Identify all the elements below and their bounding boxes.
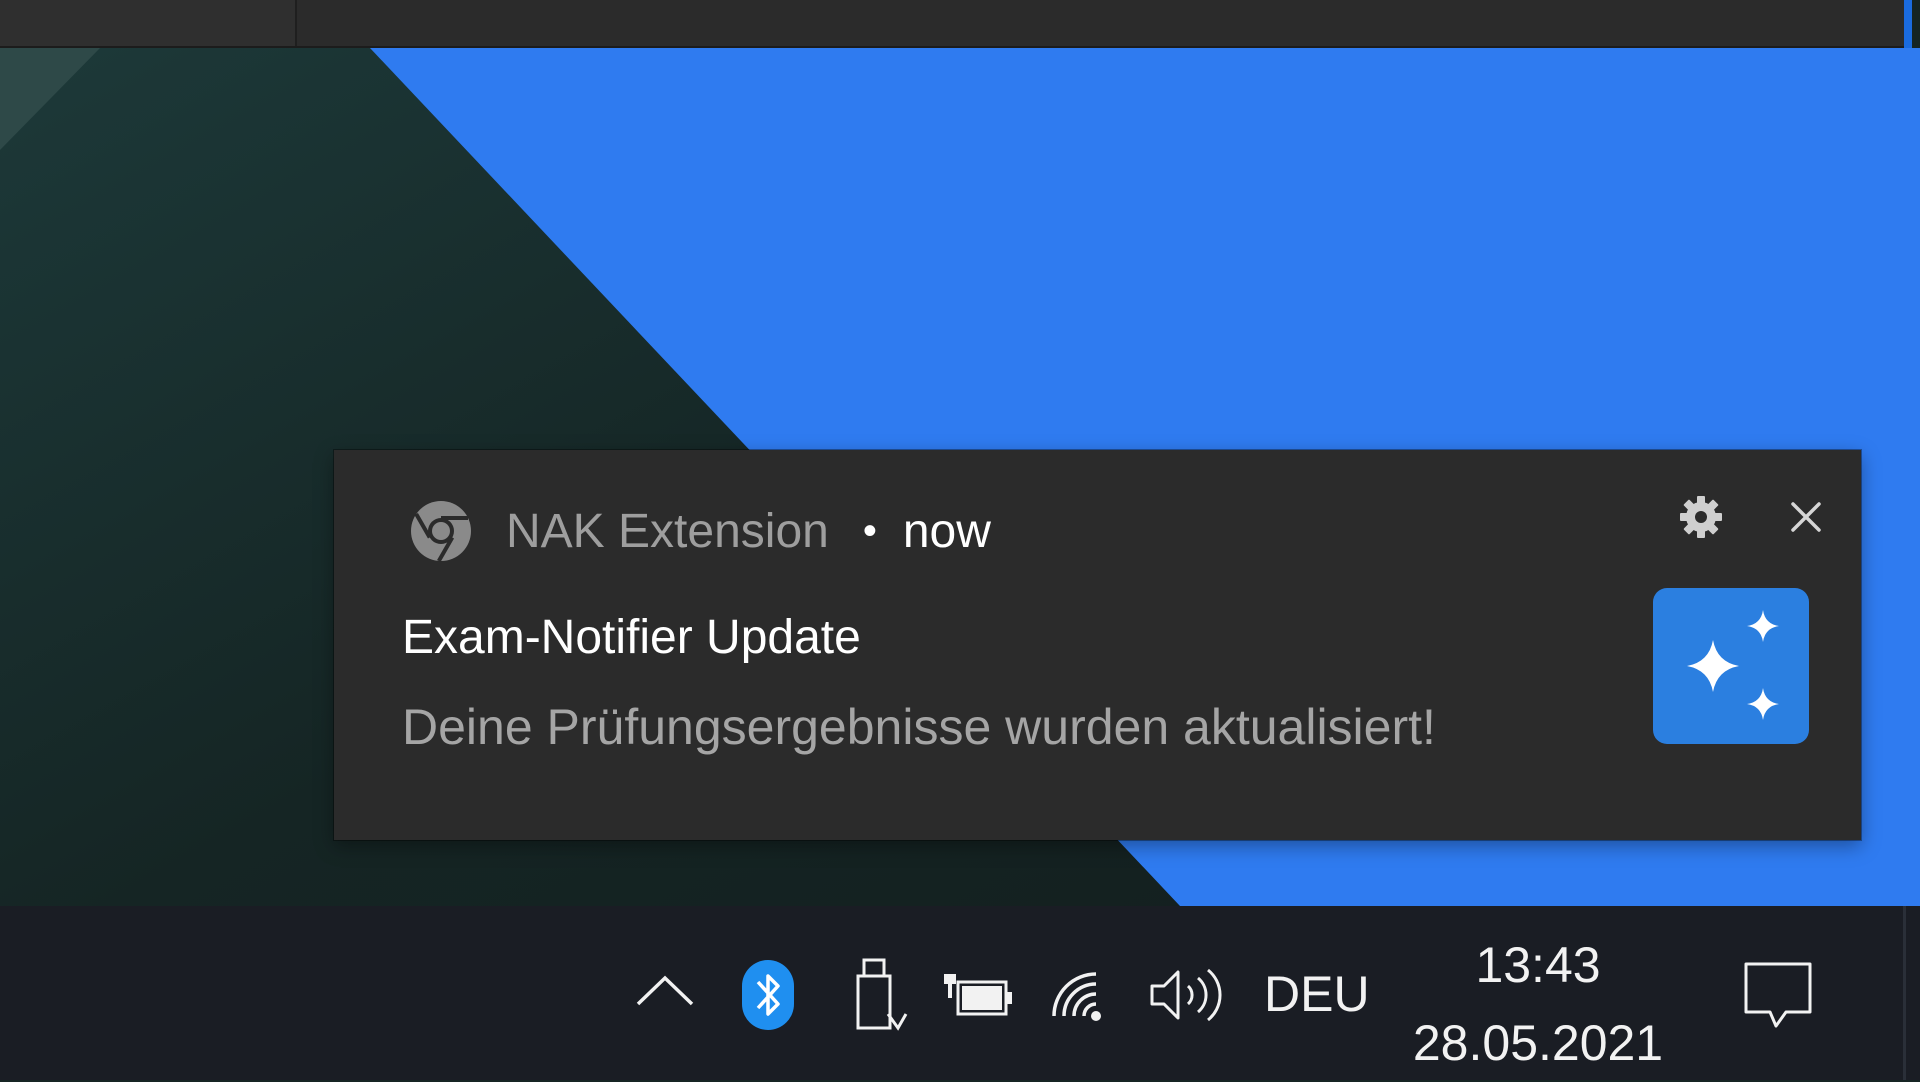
notification-separator: • [862, 508, 877, 553]
chrome-icon [411, 501, 471, 562]
window-title-bar [0, 0, 1912, 48]
action-center-icon[interactable] [1740, 958, 1816, 1032]
wifi-icon[interactable] [1052, 962, 1116, 1026]
power-plug-icon[interactable] [940, 966, 1014, 1020]
clock-date: 28.05.2021 [1412, 1015, 1664, 1071]
close-icon[interactable] [1779, 490, 1833, 544]
taskbar: DEU 13:43 28.05.2021 [0, 906, 1920, 1080]
taskbar-divider [1903, 906, 1906, 1080]
notification-time: now [902, 504, 991, 558]
notification-body: Deine Prüfungsergebnisse wurden aktualis… [402, 699, 1436, 755]
clock[interactable]: 13:43 28.05.2021 [1410, 926, 1666, 1082]
bluetooth-icon[interactable] [740, 958, 796, 1032]
sparkles-icon [1687, 610, 1779, 720]
clock-time: 13:43 [1475, 937, 1601, 993]
notification-title: Exam-Notifier Update [402, 611, 861, 664]
volume-icon[interactable] [1146, 962, 1224, 1028]
notification-hero-image [1653, 588, 1809, 744]
language-indicator[interactable]: DEU [1264, 962, 1370, 1026]
notification-header: NAK Extension • now [506, 498, 991, 564]
usb-icon[interactable] [848, 956, 908, 1034]
gear-icon[interactable] [1674, 490, 1728, 544]
notification-toast[interactable]: NAK Extension • now Exam-Notifier Update… [334, 450, 1861, 840]
notification-app-name: NAK Extension [506, 504, 829, 558]
window-title-bar-segment [0, 0, 297, 46]
window-title-bar-edge [1904, 0, 1912, 48]
chevron-up-icon[interactable] [632, 968, 698, 1012]
